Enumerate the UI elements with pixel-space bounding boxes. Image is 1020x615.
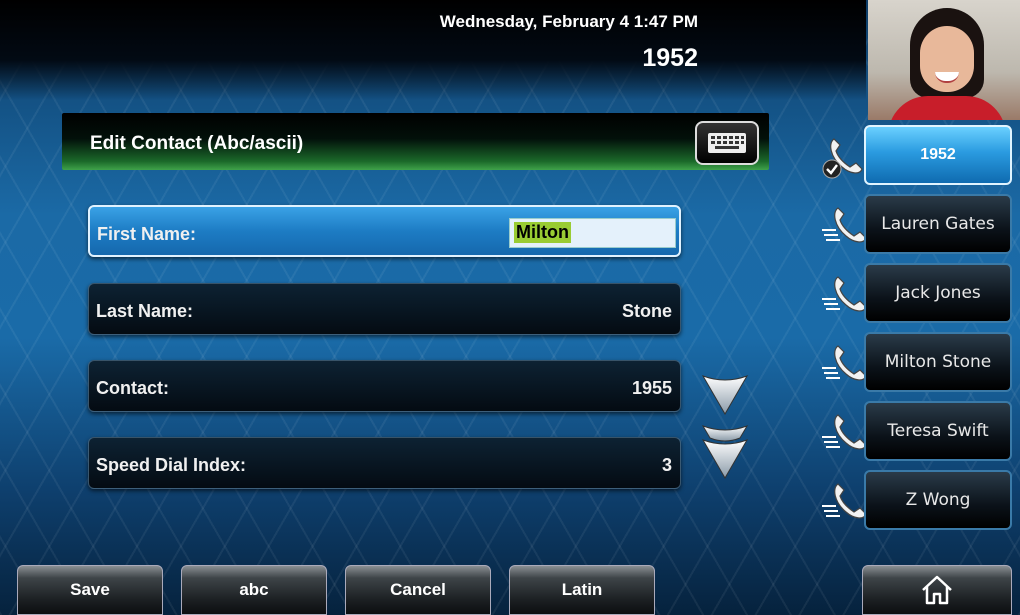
speed-dial-z-wong[interactable]: Z Wong: [820, 470, 1020, 532]
page-down-icon[interactable]: [700, 422, 750, 480]
home-icon: [922, 575, 952, 605]
cancel-softkey[interactable]: Cancel: [345, 565, 491, 615]
speed-dial-phone-icon: [822, 483, 866, 519]
title-bar: Edit Contact (Abc/ascii): [62, 113, 769, 170]
latin-softkey[interactable]: Latin: [509, 565, 655, 615]
speed-dial-phone-icon: [822, 345, 866, 381]
home-button[interactable]: [862, 565, 1012, 615]
speed-dial-phone-icon: [822, 414, 866, 450]
speed-dial-label: Z Wong: [864, 470, 1012, 530]
keyboard-button[interactable]: [695, 121, 759, 165]
scroll-down-icon[interactable]: [700, 372, 750, 416]
date-time: Wednesday, February 4 1:47 PM: [439, 12, 698, 31]
status-bar: Wednesday, February 4 1:47 PM 1952: [0, 0, 866, 100]
speed-dial-teresa-swift[interactable]: Teresa Swift: [820, 401, 1020, 463]
speed-dial-phone-icon: [822, 207, 866, 243]
first-name-label: First Name:: [97, 224, 197, 244]
speed-dial-label: Lauren Gates: [864, 194, 1012, 254]
first-name-value: Milton: [514, 222, 571, 243]
first-name-input[interactable]: Milton: [509, 218, 676, 248]
speed-dial-milton-stone[interactable]: Milton Stone: [820, 332, 1020, 394]
speed-dial-label: Jack Jones: [864, 263, 1012, 323]
speed-dial-index-value: 3: [661, 455, 672, 475]
speed-dial-label: Teresa Swift: [864, 401, 1012, 461]
line-key-1[interactable]: 1952: [820, 125, 1020, 187]
contact-value: 1955: [631, 378, 672, 398]
contact-label: Contact:: [96, 378, 169, 398]
last-name-value: Stone: [621, 301, 672, 321]
speed-dial-lauren-gates[interactable]: Lauren Gates: [820, 194, 1020, 256]
speed-dial-phone-icon: [822, 276, 866, 312]
speed-dial-label: Milton Stone: [864, 332, 1012, 392]
line-label: 1952: [864, 125, 1012, 185]
phone-registered-icon: [822, 138, 863, 179]
speed-dial-index-label: Speed Dial Index:: [96, 455, 247, 475]
speed-dial-jack-jones[interactable]: Jack Jones: [820, 263, 1020, 325]
first-name-field[interactable]: First Name: Milton: [88, 205, 681, 257]
last-name-label: Last Name:: [96, 301, 194, 321]
extension-number: 1952: [642, 44, 698, 72]
page-title: Edit Contact (Abc/ascii): [90, 133, 304, 154]
abc-softkey[interactable]: abc: [181, 565, 327, 615]
keyboard-icon: [708, 133, 746, 153]
save-softkey[interactable]: Save: [17, 565, 163, 615]
contact-field[interactable]: Contact: 1955: [88, 360, 681, 412]
last-name-field[interactable]: Last Name: Stone: [88, 283, 681, 335]
caller-photo: [868, 0, 1020, 120]
speed-dial-index-field[interactable]: Speed Dial Index: 3: [88, 437, 681, 489]
